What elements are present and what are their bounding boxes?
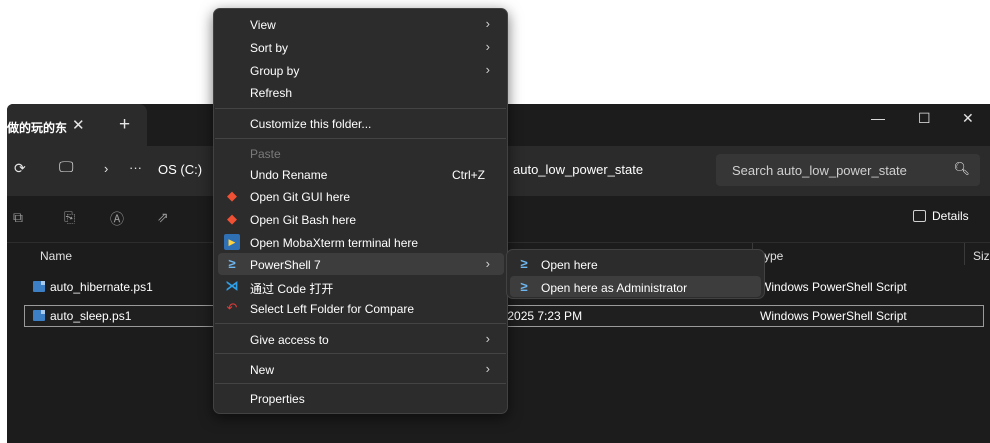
menu-divider xyxy=(215,108,506,109)
menu-item-open-with-code[interactable]: ⋊ 通过 Code 打开 xyxy=(218,275,504,297)
tab-title: 做的玩的东 xyxy=(7,121,68,135)
chevron-right-icon: › xyxy=(485,62,490,77)
column-divider[interactable] xyxy=(964,243,965,265)
details-button[interactable]: Details xyxy=(932,209,969,223)
shortcut-label: Ctrl+Z xyxy=(452,168,485,182)
powershell-file-icon xyxy=(33,281,45,292)
tab-close-icon[interactable]: ✕ xyxy=(72,116,85,134)
menu-item-sort-by[interactable]: Sort by › xyxy=(218,36,504,58)
this-pc-icon[interactable]: 🖵 xyxy=(59,159,73,176)
menu-item-label: 通过 Code 打开 xyxy=(250,282,334,296)
menu-item-git-gui[interactable]: ◆ Open Git GUI here xyxy=(218,185,504,207)
chevron-right-icon: › xyxy=(485,16,490,31)
vscode-icon: ⋊ xyxy=(225,278,239,293)
menu-item-label: PowerShell 7 xyxy=(250,258,321,272)
search-input[interactable]: Search auto_low_power_state 🔍︎ xyxy=(716,154,980,186)
menu-item-label: View xyxy=(250,18,276,32)
column-header-size[interactable]: Size xyxy=(973,249,990,263)
compare-icon: ↶ xyxy=(226,300,238,315)
menu-item-label: Give access to xyxy=(250,333,329,347)
menu-item-label: Undo Rename xyxy=(250,168,328,182)
menu-item-properties[interactable]: Properties xyxy=(218,387,504,409)
search-icon[interactable]: 🔍︎ xyxy=(953,161,970,177)
menu-item-new[interactable]: New › xyxy=(218,358,504,380)
breadcrumb-overflow-button[interactable]: ··· xyxy=(129,160,142,175)
menu-item-label: Customize this folder... xyxy=(250,117,372,131)
menu-divider xyxy=(215,323,506,324)
file-type: Windows PowerShell Script xyxy=(760,309,907,323)
menu-item-refresh[interactable]: Refresh xyxy=(218,81,504,103)
file-type: Windows PowerShell Script xyxy=(760,280,907,294)
menu-item-label: Select Left Folder for Compare xyxy=(250,302,415,316)
menu-item-paste: Paste xyxy=(218,142,504,164)
menu-divider xyxy=(215,353,506,354)
file-name: auto_sleep.ps1 xyxy=(50,309,132,323)
minimize-icon[interactable]: — xyxy=(871,110,885,126)
cut-icon[interactable]: ⧉ xyxy=(13,209,23,226)
menu-item-undo-rename[interactable]: Undo Rename Ctrl+Z xyxy=(218,163,504,185)
menu-item-label: Open here xyxy=(541,258,598,272)
close-window-icon[interactable]: ✕ xyxy=(962,110,974,127)
powershell-icon: ≥ xyxy=(520,256,528,271)
mobaxterm-icon: ▶ xyxy=(224,234,240,250)
chevron-right-icon[interactable]: › xyxy=(104,161,108,176)
menu-item-label: Open MobaXterm terminal here xyxy=(250,236,419,250)
context-menu: View › Sort by › Group by › Refresh Cust… xyxy=(213,8,508,414)
menu-item-label: Refresh xyxy=(250,86,293,100)
rename-icon[interactable]: Ⓐ xyxy=(110,209,124,229)
details-pane-icon[interactable] xyxy=(913,210,926,222)
menu-item-group-by[interactable]: Group by › xyxy=(218,59,504,81)
menu-divider xyxy=(215,383,506,384)
menu-item-compare[interactable]: ↶ Select Left Folder for Compare xyxy=(218,297,504,319)
share-icon[interactable]: ⇗ xyxy=(157,209,169,226)
powershell-file-icon xyxy=(33,310,45,321)
chevron-right-icon: › xyxy=(485,361,490,376)
git-icon: ◆ xyxy=(227,211,237,226)
powershell-admin-icon: ≥ xyxy=(520,279,528,294)
menu-item-label: Open Git GUI here xyxy=(250,190,351,204)
menu-item-mobaxterm[interactable]: ▶ Open MobaXterm terminal here xyxy=(218,231,504,253)
git-icon: ◆ xyxy=(227,188,237,203)
search-placeholder: Search auto_low_power_state xyxy=(732,163,907,178)
maximize-icon[interactable]: ☐ xyxy=(918,110,931,127)
menu-item-label: Properties xyxy=(250,392,305,406)
menu-item-label: Group by xyxy=(250,64,300,78)
copy-icon[interactable]: ⎘ xyxy=(64,209,75,226)
chevron-right-icon: › xyxy=(485,39,490,54)
menu-divider xyxy=(215,138,506,139)
new-tab-icon[interactable]: + xyxy=(119,114,130,136)
powershell-submenu: ≥ Open here ≥ Open here as Administrator xyxy=(506,249,765,299)
submenu-item-open-here[interactable]: ≥ Open here xyxy=(510,253,761,274)
chevron-right-icon: › xyxy=(485,331,490,346)
menu-item-give-access[interactable]: Give access to › xyxy=(218,328,504,350)
breadcrumb-drive[interactable]: OS (C:) xyxy=(158,162,202,177)
breadcrumb-current-folder[interactable]: auto_low_power_state xyxy=(513,162,643,177)
menu-item-label: New xyxy=(250,363,275,377)
menu-item-label: Open here as Administrator xyxy=(541,281,688,295)
menu-item-view[interactable]: View › xyxy=(218,13,504,35)
chevron-right-icon: › xyxy=(485,256,490,271)
column-header-name[interactable]: Name xyxy=(40,249,72,263)
powershell-icon: ≥ xyxy=(228,256,236,271)
menu-item-powershell[interactable]: ≥ PowerShell 7 › xyxy=(218,253,504,275)
menu-item-customize[interactable]: Customize this folder... xyxy=(218,112,504,134)
file-name: auto_hibernate.ps1 xyxy=(50,280,153,294)
menu-item-label: Sort by xyxy=(250,41,289,55)
menu-item-git-bash[interactable]: ◆ Open Git Bash here xyxy=(218,208,504,230)
column-header-type[interactable]: ype xyxy=(764,249,783,263)
menu-item-label: Paste xyxy=(250,147,281,161)
menu-item-label: Open Git Bash here xyxy=(250,213,357,227)
submenu-item-open-admin[interactable]: ≥ Open here as Administrator xyxy=(510,276,761,297)
refresh-icon[interactable]: ⟳ xyxy=(14,160,26,177)
